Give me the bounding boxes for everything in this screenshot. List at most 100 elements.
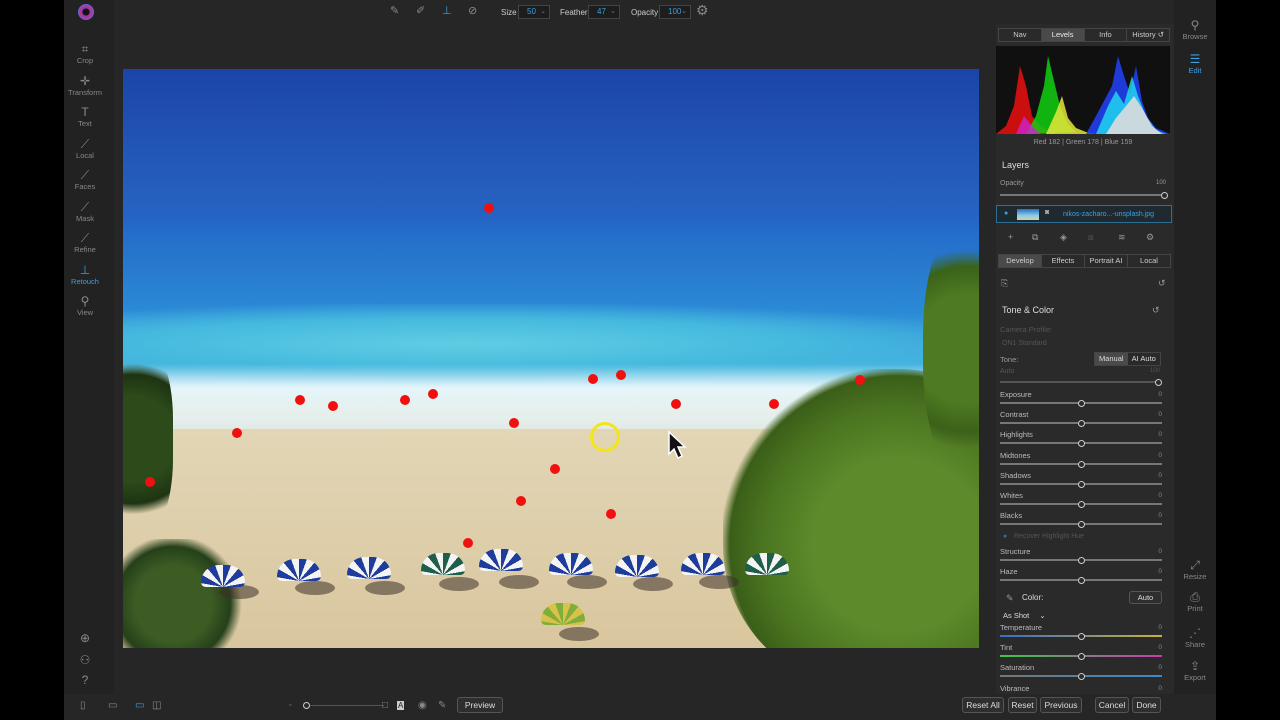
retouch-point[interactable] <box>606 509 616 519</box>
retouch-point[interactable] <box>671 399 681 409</box>
retouch-point[interactable] <box>769 399 779 409</box>
retouch-point[interactable] <box>550 464 560 474</box>
slider-knob[interactable] <box>1078 633 1085 640</box>
tone-manual-button[interactable]: Manual <box>1095 353 1128 365</box>
retouch-point[interactable] <box>400 395 410 405</box>
tab-nav[interactable]: Nav <box>999 29 1042 41</box>
reset-button[interactable]: Reset <box>1008 697 1037 713</box>
slider-knob[interactable] <box>1078 420 1085 428</box>
pencil-view-icon[interactable]: ✎ <box>438 700 446 711</box>
tone-ai-auto-button[interactable]: AI Auto <box>1128 353 1161 365</box>
zoom-slider-knob[interactable] <box>303 702 310 709</box>
slider-knob[interactable] <box>1078 440 1085 448</box>
gear-icon[interactable]: ⚙ <box>1146 232 1154 243</box>
retouch-point[interactable] <box>616 370 626 380</box>
retouch-point[interactable] <box>232 428 242 438</box>
layer-mask-icon[interactable]: ◙ <box>1045 209 1049 216</box>
tool-resize[interactable]: ⤢ Resize <box>1174 558 1216 581</box>
tool-local[interactable]: ⟋ Local <box>64 137 106 160</box>
tool-edit[interactable]: ☰ Edit <box>1174 52 1216 75</box>
merge-icon[interactable]: ⧈ <box>1088 232 1094 243</box>
done-button[interactable]: Done <box>1132 697 1161 713</box>
retouch-point[interactable] <box>463 538 473 548</box>
mask-view-icon[interactable]: □ <box>382 700 388 711</box>
retouch-point[interactable] <box>509 418 519 428</box>
filmstrip-icon[interactable]: ▭ <box>108 700 117 711</box>
tab-effects[interactable]: Effects <box>1041 254 1085 268</box>
reset-icon[interactable]: ↺ <box>1158 278 1166 289</box>
tab-levels[interactable]: Levels <box>1041 29 1085 41</box>
camera-profile-value[interactable]: ON1 Standard <box>1002 340 1047 347</box>
tool-text[interactable]: T Text <box>64 105 106 128</box>
retouch-brush-icon[interactable]: ✎ <box>390 4 399 17</box>
retouch-point[interactable] <box>516 496 526 506</box>
tool-export[interactable]: ⇪ Export <box>1174 659 1216 682</box>
retouch-point[interactable] <box>145 477 155 487</box>
tab-info[interactable]: Info <box>1085 29 1128 41</box>
perfect-eraser-icon[interactable]: ✐ <box>416 4 425 17</box>
single-view-icon[interactable]: ▭ <box>135 700 144 711</box>
tool-browse[interactable]: ⚲ Browse <box>1174 18 1216 41</box>
fill-icon[interactable]: ◈ <box>1060 232 1067 243</box>
tool-share[interactable]: ⋰ Share <box>1174 626 1216 649</box>
slider-knob[interactable] <box>1078 521 1085 529</box>
tab-portrait-ai[interactable]: Portrait AI <box>1084 254 1128 268</box>
tab-develop[interactable]: Develop <box>998 254 1042 268</box>
a-view-icon[interactable]: A <box>397 701 405 710</box>
slider-knob[interactable] <box>1078 673 1085 681</box>
opacity-input[interactable]: 100 ⌄ <box>659 5 691 19</box>
auto-slider-knob[interactable] <box>1155 379 1162 386</box>
previous-button[interactable]: Previous <box>1040 697 1082 713</box>
tool-transform[interactable]: ✛ Transform <box>64 74 106 97</box>
add-layer-icon[interactable]: + <box>1008 232 1013 242</box>
slider-knob[interactable] <box>1078 557 1085 564</box>
auto-slider[interactable] <box>1000 381 1160 383</box>
user-icon[interactable]: ⚇ <box>64 653 106 667</box>
layer-row[interactable]: ● ◙ nikos-zacharo...-unsplash.jpg <box>996 205 1172 223</box>
tool-view[interactable]: ⚲ View <box>64 294 106 317</box>
filter-icon[interactable]: ≋ <box>1118 232 1126 243</box>
layer-opacity-slider[interactable] <box>1000 194 1162 196</box>
compare-view-icon[interactable]: ◫ <box>152 700 161 711</box>
feather-input[interactable]: 47 ⌄ <box>588 5 620 19</box>
clone-stamp-icon[interactable]: ⊥ <box>442 4 452 17</box>
duplicate-icon[interactable]: ⧉ <box>1032 232 1038 243</box>
slider-knob[interactable] <box>1078 480 1085 488</box>
visibility-icon[interactable]: ● <box>1004 210 1008 217</box>
preview-button[interactable]: Preview <box>457 697 503 713</box>
zoom-slider[interactable] <box>304 705 384 706</box>
circle-view-icon[interactable]: ◉ <box>418 700 427 711</box>
slider-knob[interactable] <box>1078 653 1085 661</box>
tool-crop[interactable]: ⌗ Crop <box>64 42 106 65</box>
presets-icon[interactable]: ⎘ <box>1001 278 1008 289</box>
tool-retouch[interactable]: ⊥ Retouch <box>64 263 106 286</box>
tool-faces[interactable]: ⟋ Faces <box>64 168 106 191</box>
zoom-out-icon[interactable]: ▫ <box>289 702 291 709</box>
retouch-point[interactable] <box>588 374 598 384</box>
color-auto-button[interactable]: Auto <box>1129 591 1162 604</box>
slider-knob[interactable] <box>1078 460 1085 468</box>
tab-local[interactable]: Local <box>1127 254 1171 268</box>
cancel-button[interactable]: Cancel <box>1095 697 1129 713</box>
photo-canvas[interactable] <box>123 69 979 648</box>
tool-mask[interactable]: ⟋ Mask <box>64 200 106 223</box>
retouch-point[interactable] <box>328 401 338 411</box>
layer-opacity-knob[interactable] <box>1161 192 1168 199</box>
slider-knob[interactable] <box>1078 400 1085 407</box>
plugins-icon[interactable]: ⊕ <box>64 631 106 645</box>
tool-print[interactable]: ⎙ Print <box>1174 590 1216 613</box>
retouch-point[interactable] <box>484 203 494 213</box>
retouch-point[interactable] <box>295 395 305 405</box>
recover-highlight-checkbox[interactable]: ● <box>1003 533 1007 540</box>
help-icon[interactable]: ? <box>64 673 106 687</box>
gear-icon[interactable]: ⚙ <box>696 2 709 19</box>
reset-all-button[interactable]: Reset All <box>962 697 1004 713</box>
content-aware-icon[interactable]: ⊘ <box>468 4 477 17</box>
slider-knob[interactable] <box>1078 577 1085 585</box>
slider-knob[interactable] <box>1078 501 1085 508</box>
white-balance-dropdown[interactable]: As Shot ⌄ <box>1003 611 1046 620</box>
panel-toggle-icon[interactable]: ▯ <box>80 700 86 711</box>
reset-section-icon[interactable]: ↺ <box>1152 305 1160 316</box>
tab-history[interactable]: History ↺ <box>1127 29 1169 41</box>
retouch-point[interactable] <box>855 375 865 385</box>
